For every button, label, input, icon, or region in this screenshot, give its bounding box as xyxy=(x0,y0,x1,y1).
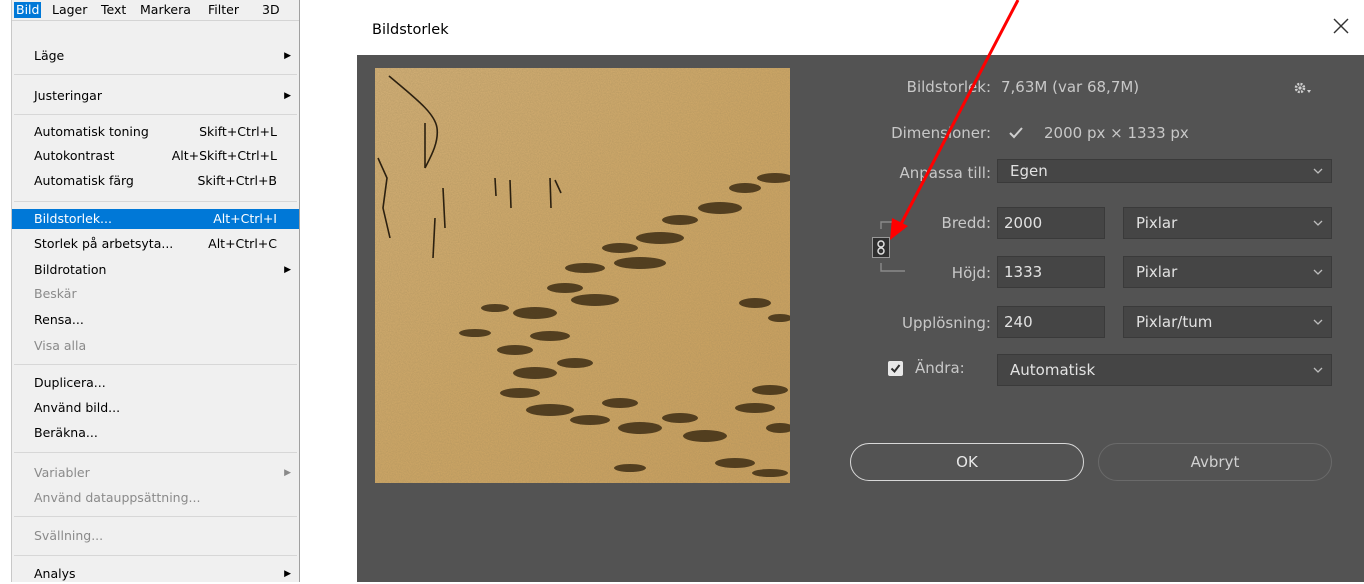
menu-item-shortcut: Skift+Ctrl+L xyxy=(199,124,277,139)
chevron-down-icon xyxy=(1313,269,1323,275)
chevron-down-icon xyxy=(1313,367,1323,373)
menubar-bild[interactable]: Bild xyxy=(14,2,42,18)
dialog-titlebar: Bildstorlek xyxy=(357,0,1364,55)
menu-item-label: Visa alla xyxy=(34,338,87,353)
submenu-arrow-icon: ▶ xyxy=(284,91,291,101)
dimensions-value: 2000 px × 1333 px xyxy=(1044,124,1189,142)
menu-divider xyxy=(14,516,297,517)
close-icon[interactable] xyxy=(1330,15,1352,37)
menu-item-automatisk-farg[interactable]: Automatisk färg Skift+Ctrl+B xyxy=(12,171,299,191)
cancel-button[interactable]: Avbryt xyxy=(1098,443,1332,481)
height-unit-value: Pixlar xyxy=(1136,263,1178,281)
width-unit-select[interactable]: Pixlar xyxy=(1123,207,1332,239)
menu-item-shortcut: Alt+Ctrl+I xyxy=(213,211,277,226)
menu-item-svallning: Svällning... xyxy=(12,526,299,546)
menu-item-label: Använd bild... xyxy=(34,400,121,415)
height-input[interactable]: 1333 xyxy=(997,256,1105,288)
gear-icon[interactable] xyxy=(1292,80,1314,96)
menu-item-label: Storlek på arbetsyta... xyxy=(34,236,174,251)
menubar-filter[interactable]: Filter xyxy=(208,2,239,18)
menu-bar: Bild Lager Text Markera Filter 3D xyxy=(12,0,299,21)
menu-item-lage[interactable]: Läge ▶ xyxy=(12,46,299,66)
menu-item-label: Läge xyxy=(34,48,65,63)
image-preview[interactable] xyxy=(375,68,790,483)
menu-item-label: Automatisk färg xyxy=(34,173,134,188)
menu-item-label: Beräkna... xyxy=(34,425,98,440)
submenu-arrow-icon: ▶ xyxy=(284,51,291,61)
menu-item-automatisk-toning[interactable]: Automatisk toning Skift+Ctrl+L xyxy=(12,122,299,142)
menu-item-label: Svällning... xyxy=(34,528,104,543)
menu-item-shortcut: Alt+Skift+Ctrl+L xyxy=(171,148,277,163)
menu-item-label: Rensa... xyxy=(34,312,84,327)
menubar-markera[interactable]: Markera xyxy=(140,2,191,18)
resolution-label: Upplösning: xyxy=(902,314,991,332)
menu-item-justeringar[interactable]: Justeringar ▶ xyxy=(12,86,299,106)
dialog-title: Bildstorlek xyxy=(372,22,449,38)
submenu-arrow-icon: ▶ xyxy=(284,569,291,579)
menu-item-duplicera[interactable]: Duplicera... xyxy=(12,373,299,393)
menu-item-label: Beskär xyxy=(34,286,77,301)
fit-to-select[interactable]: Egen xyxy=(997,159,1332,183)
menu-item-label: Analys xyxy=(34,566,76,581)
resample-label: Ändra: xyxy=(915,359,965,377)
menu-item-label: Automatisk toning xyxy=(34,124,149,139)
menu-item-label: Duplicera... xyxy=(34,375,106,390)
menu-item-label: Variabler xyxy=(34,465,90,480)
submenu-arrow-icon: ▶ xyxy=(284,468,291,478)
menu-item-label: Bildrotation xyxy=(34,262,107,277)
menu-item-analys[interactable]: Analys ▶ xyxy=(12,564,299,584)
submenu-arrow-icon: ▶ xyxy=(284,265,291,275)
menu-item-anvand-datauppsattning: Använd datauppsättning... xyxy=(12,488,299,508)
menu-item-anvand-bild[interactable]: Använd bild... xyxy=(12,398,299,418)
menu-divider xyxy=(14,555,297,556)
menu-item-shortcut: Skift+Ctrl+B xyxy=(197,173,278,188)
height-label: Höjd: xyxy=(951,264,991,282)
menu-item-bildstorlek[interactable]: Bildstorlek... Alt+Ctrl+I xyxy=(12,209,299,229)
image-menu: Bild Lager Text Markera Filter 3D Läge ▶… xyxy=(11,0,300,582)
menu-item-rensa[interactable]: Rensa... xyxy=(12,310,299,330)
annotation-arrow-icon xyxy=(890,0,1020,240)
menubar-text[interactable]: Text xyxy=(101,2,126,18)
menu-item-berakna[interactable]: Beräkna... xyxy=(12,423,299,443)
menu-item-visa-alla: Visa alla xyxy=(12,336,299,356)
resolution-unit-value: Pixlar/tum xyxy=(1136,313,1213,331)
menu-item-autokontrast[interactable]: Autokontrast Alt+Skift+Ctrl+L xyxy=(12,146,299,166)
menu-item-label: Justeringar xyxy=(34,88,102,103)
menu-divider xyxy=(14,452,297,453)
menu-item-label: Autokontrast xyxy=(34,148,115,163)
menubar-3d[interactable]: 3D xyxy=(262,2,280,18)
menu-item-label: Använd datauppsättning... xyxy=(34,490,201,505)
resolution-input[interactable]: 240 xyxy=(997,306,1105,338)
menu-item-variabler: Variabler ▶ xyxy=(12,463,299,483)
height-unit-select[interactable]: Pixlar xyxy=(1123,256,1332,288)
menu-item-storlek-arbetsyta[interactable]: Storlek på arbetsyta... Alt+Ctrl+C xyxy=(12,234,299,254)
chevron-down-icon xyxy=(1313,168,1323,174)
resample-method-select[interactable]: Automatisk xyxy=(997,354,1332,386)
width-unit-value: Pixlar xyxy=(1136,214,1178,232)
chevron-down-icon xyxy=(1313,220,1323,226)
ok-button[interactable]: OK xyxy=(850,443,1084,481)
menu-item-label: Bildstorlek... xyxy=(34,211,112,226)
menu-item-beskar: Beskär xyxy=(12,284,299,304)
menubar-lager[interactable]: Lager xyxy=(52,2,87,18)
menu-item-shortcut: Alt+Ctrl+C xyxy=(208,236,277,251)
resample-checkbox[interactable] xyxy=(888,361,903,376)
menu-item-bildrotation[interactable]: Bildrotation ▶ xyxy=(12,260,299,280)
menu-divider xyxy=(14,74,297,75)
chevron-down-icon xyxy=(1313,319,1323,325)
resolution-unit-select[interactable]: Pixlar/tum xyxy=(1123,306,1332,338)
menu-divider xyxy=(14,201,297,202)
image-size-dialog: Bildstorlek Bildstorlek: 7,63M (var 68,7… xyxy=(357,0,1364,582)
checkmark-icon xyxy=(890,364,901,374)
menu-divider xyxy=(14,364,297,365)
resample-method-value: Automatisk xyxy=(1010,361,1096,379)
menu-divider xyxy=(14,114,297,115)
